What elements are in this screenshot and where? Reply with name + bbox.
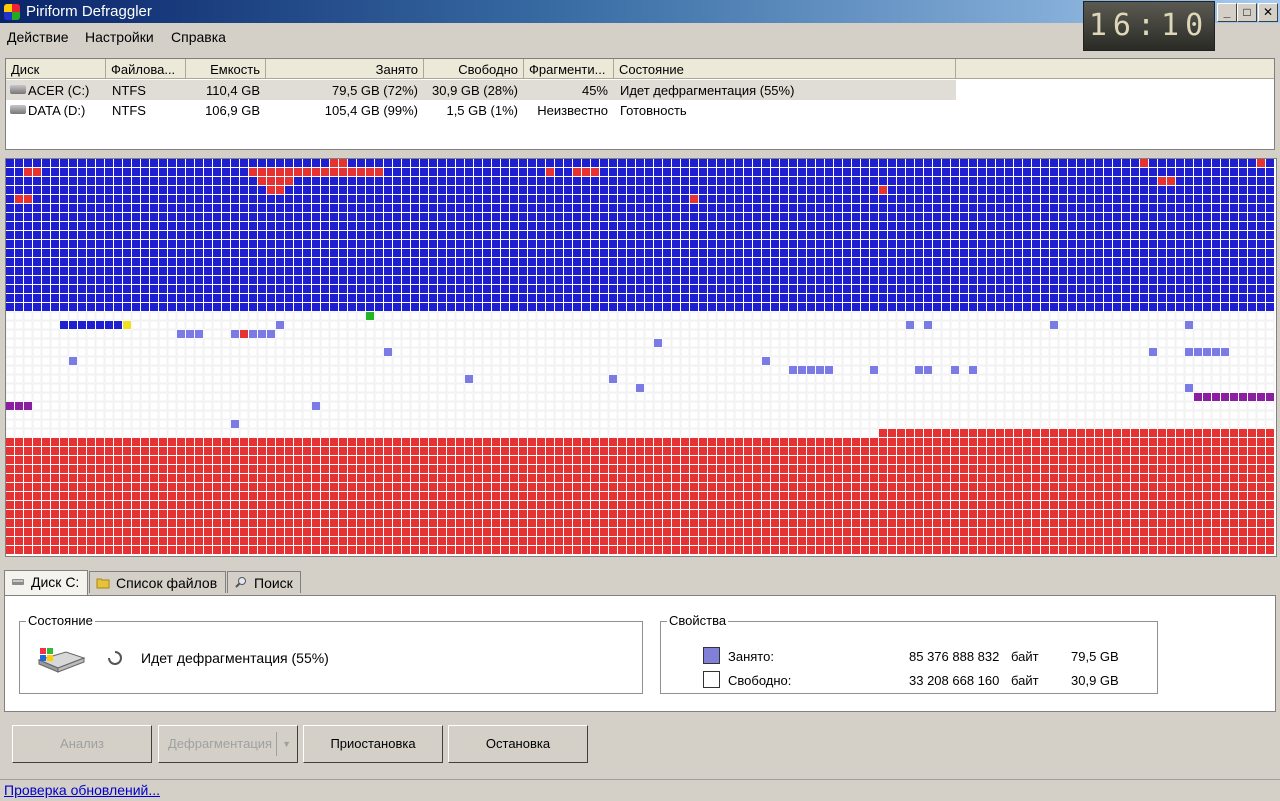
status-group: Состояние Идет дефрагментация (55%) [19, 621, 643, 694]
status-bar: Проверка обновлений... [0, 779, 1280, 801]
magnifier-icon [234, 576, 248, 589]
column-filler [956, 59, 1274, 79]
tab-file-list[interactable]: Список файлов [89, 571, 226, 593]
disk-fragmented: Неизвестно [524, 103, 608, 118]
column-fragmented[interactable]: Фрагменти... [524, 59, 614, 79]
disk-name: ACER (C:) [28, 83, 89, 98]
disk-free: 30,9 GB (28%) [424, 83, 518, 98]
drive-info-panel: Состояние Идет дефрагментация (55%) Свой… [4, 595, 1276, 712]
split-divider [276, 732, 277, 756]
column-capacity[interactable]: Емкость [186, 59, 266, 79]
folder-icon [96, 576, 110, 589]
disk-filesystem: NTFS [112, 83, 146, 98]
defrag-button-label: Дефрагментация [168, 736, 272, 751]
disk-row-d[interactable]: DATA (D:) NTFS 106,9 GB 105,4 GB (99%) 1… [6, 100, 956, 120]
disk-capacity: 106,9 GB [186, 103, 260, 118]
minimize-button[interactable]: _ [1217, 3, 1237, 22]
disk-used: 79,5 GB (72%) [266, 83, 418, 98]
free-label: Свободно: [728, 673, 791, 688]
disk-row-c[interactable]: ACER (C:) NTFS 110,4 GB 79,5 GB (72%) 30… [6, 80, 956, 100]
hard-drive-icon [10, 85, 26, 94]
cluster-blocks [6, 159, 1274, 554]
close-button[interactable]: ✕ [1258, 3, 1278, 22]
maximize-button[interactable]: □ [1237, 3, 1257, 22]
used-label: Занято: [728, 649, 774, 664]
tab-label: Список файлов [116, 575, 217, 591]
disk-capacity: 110,4 GB [186, 83, 260, 98]
disk-fragmented: 45% [524, 83, 608, 98]
disk-filesystem: NTFS [112, 103, 146, 118]
tab-label: Диск C: [31, 574, 79, 590]
status-text: Идет дефрагментация (55%) [141, 650, 329, 666]
cluster-map[interactable] [5, 158, 1277, 557]
analyze-button[interactable]: Анализ [12, 725, 152, 763]
defrag-button[interactable]: Дефрагментация ▼ [158, 725, 298, 763]
tab-disk-c[interactable]: Диск C: [4, 570, 88, 595]
cluster-map-grid [6, 159, 1276, 556]
free-unit: байт [1011, 673, 1039, 688]
disk-status: Идет дефрагментация (55%) [620, 83, 794, 98]
disk-status: Готовность [620, 103, 687, 118]
column-status[interactable]: Состояние [614, 59, 956, 79]
hard-drive-icon [11, 575, 25, 588]
disk-used: 105,4 GB (99%) [266, 103, 418, 118]
menu-help[interactable]: Справка [171, 29, 226, 45]
column-used[interactable]: Занято [266, 59, 424, 79]
menu-settings[interactable]: Настройки [85, 29, 154, 45]
column-filesystem[interactable]: Файлова... [106, 59, 186, 79]
tab-search[interactable]: Поиск [227, 571, 301, 593]
hard-drive-icon [10, 105, 26, 114]
clock-widget: 16:10 [1083, 1, 1215, 51]
status-group-legend: Состояние [26, 613, 95, 628]
free-size: 30,9 GB [1071, 673, 1119, 688]
disk-free: 1,5 GB (1%) [424, 103, 518, 118]
column-free[interactable]: Свободно [424, 59, 524, 79]
menu-action[interactable]: Действие [7, 29, 69, 45]
pause-button[interactable]: Приостановка [303, 725, 443, 763]
free-bytes: 33 208 668 160 [909, 673, 999, 688]
column-disk[interactable]: Диск [6, 59, 106, 79]
used-size: 79,5 GB [1071, 649, 1119, 664]
tab-label: Поиск [254, 575, 293, 591]
stop-button[interactable]: Остановка [448, 725, 588, 763]
used-unit: байт [1011, 649, 1039, 664]
dropdown-arrow-icon[interactable]: ▼ [282, 726, 291, 762]
used-bytes: 85 376 888 832 [909, 649, 999, 664]
used-color-swatch [703, 647, 720, 664]
window-title: Piriform Defraggler [26, 3, 152, 20]
check-updates-link[interactable]: Проверка обновлений... [4, 782, 160, 798]
app-icon [4, 4, 20, 20]
properties-group: Свойства Занято: 85 376 888 832 байт 79,… [660, 621, 1158, 694]
disk-name: DATA (D:) [28, 103, 85, 118]
spinner-icon [107, 650, 123, 666]
drive-status-icon [36, 644, 86, 674]
disk-list: Диск Файлова... Емкость Занято Свободно … [5, 58, 1275, 150]
properties-group-legend: Свойства [667, 613, 728, 628]
free-color-swatch [703, 671, 720, 688]
